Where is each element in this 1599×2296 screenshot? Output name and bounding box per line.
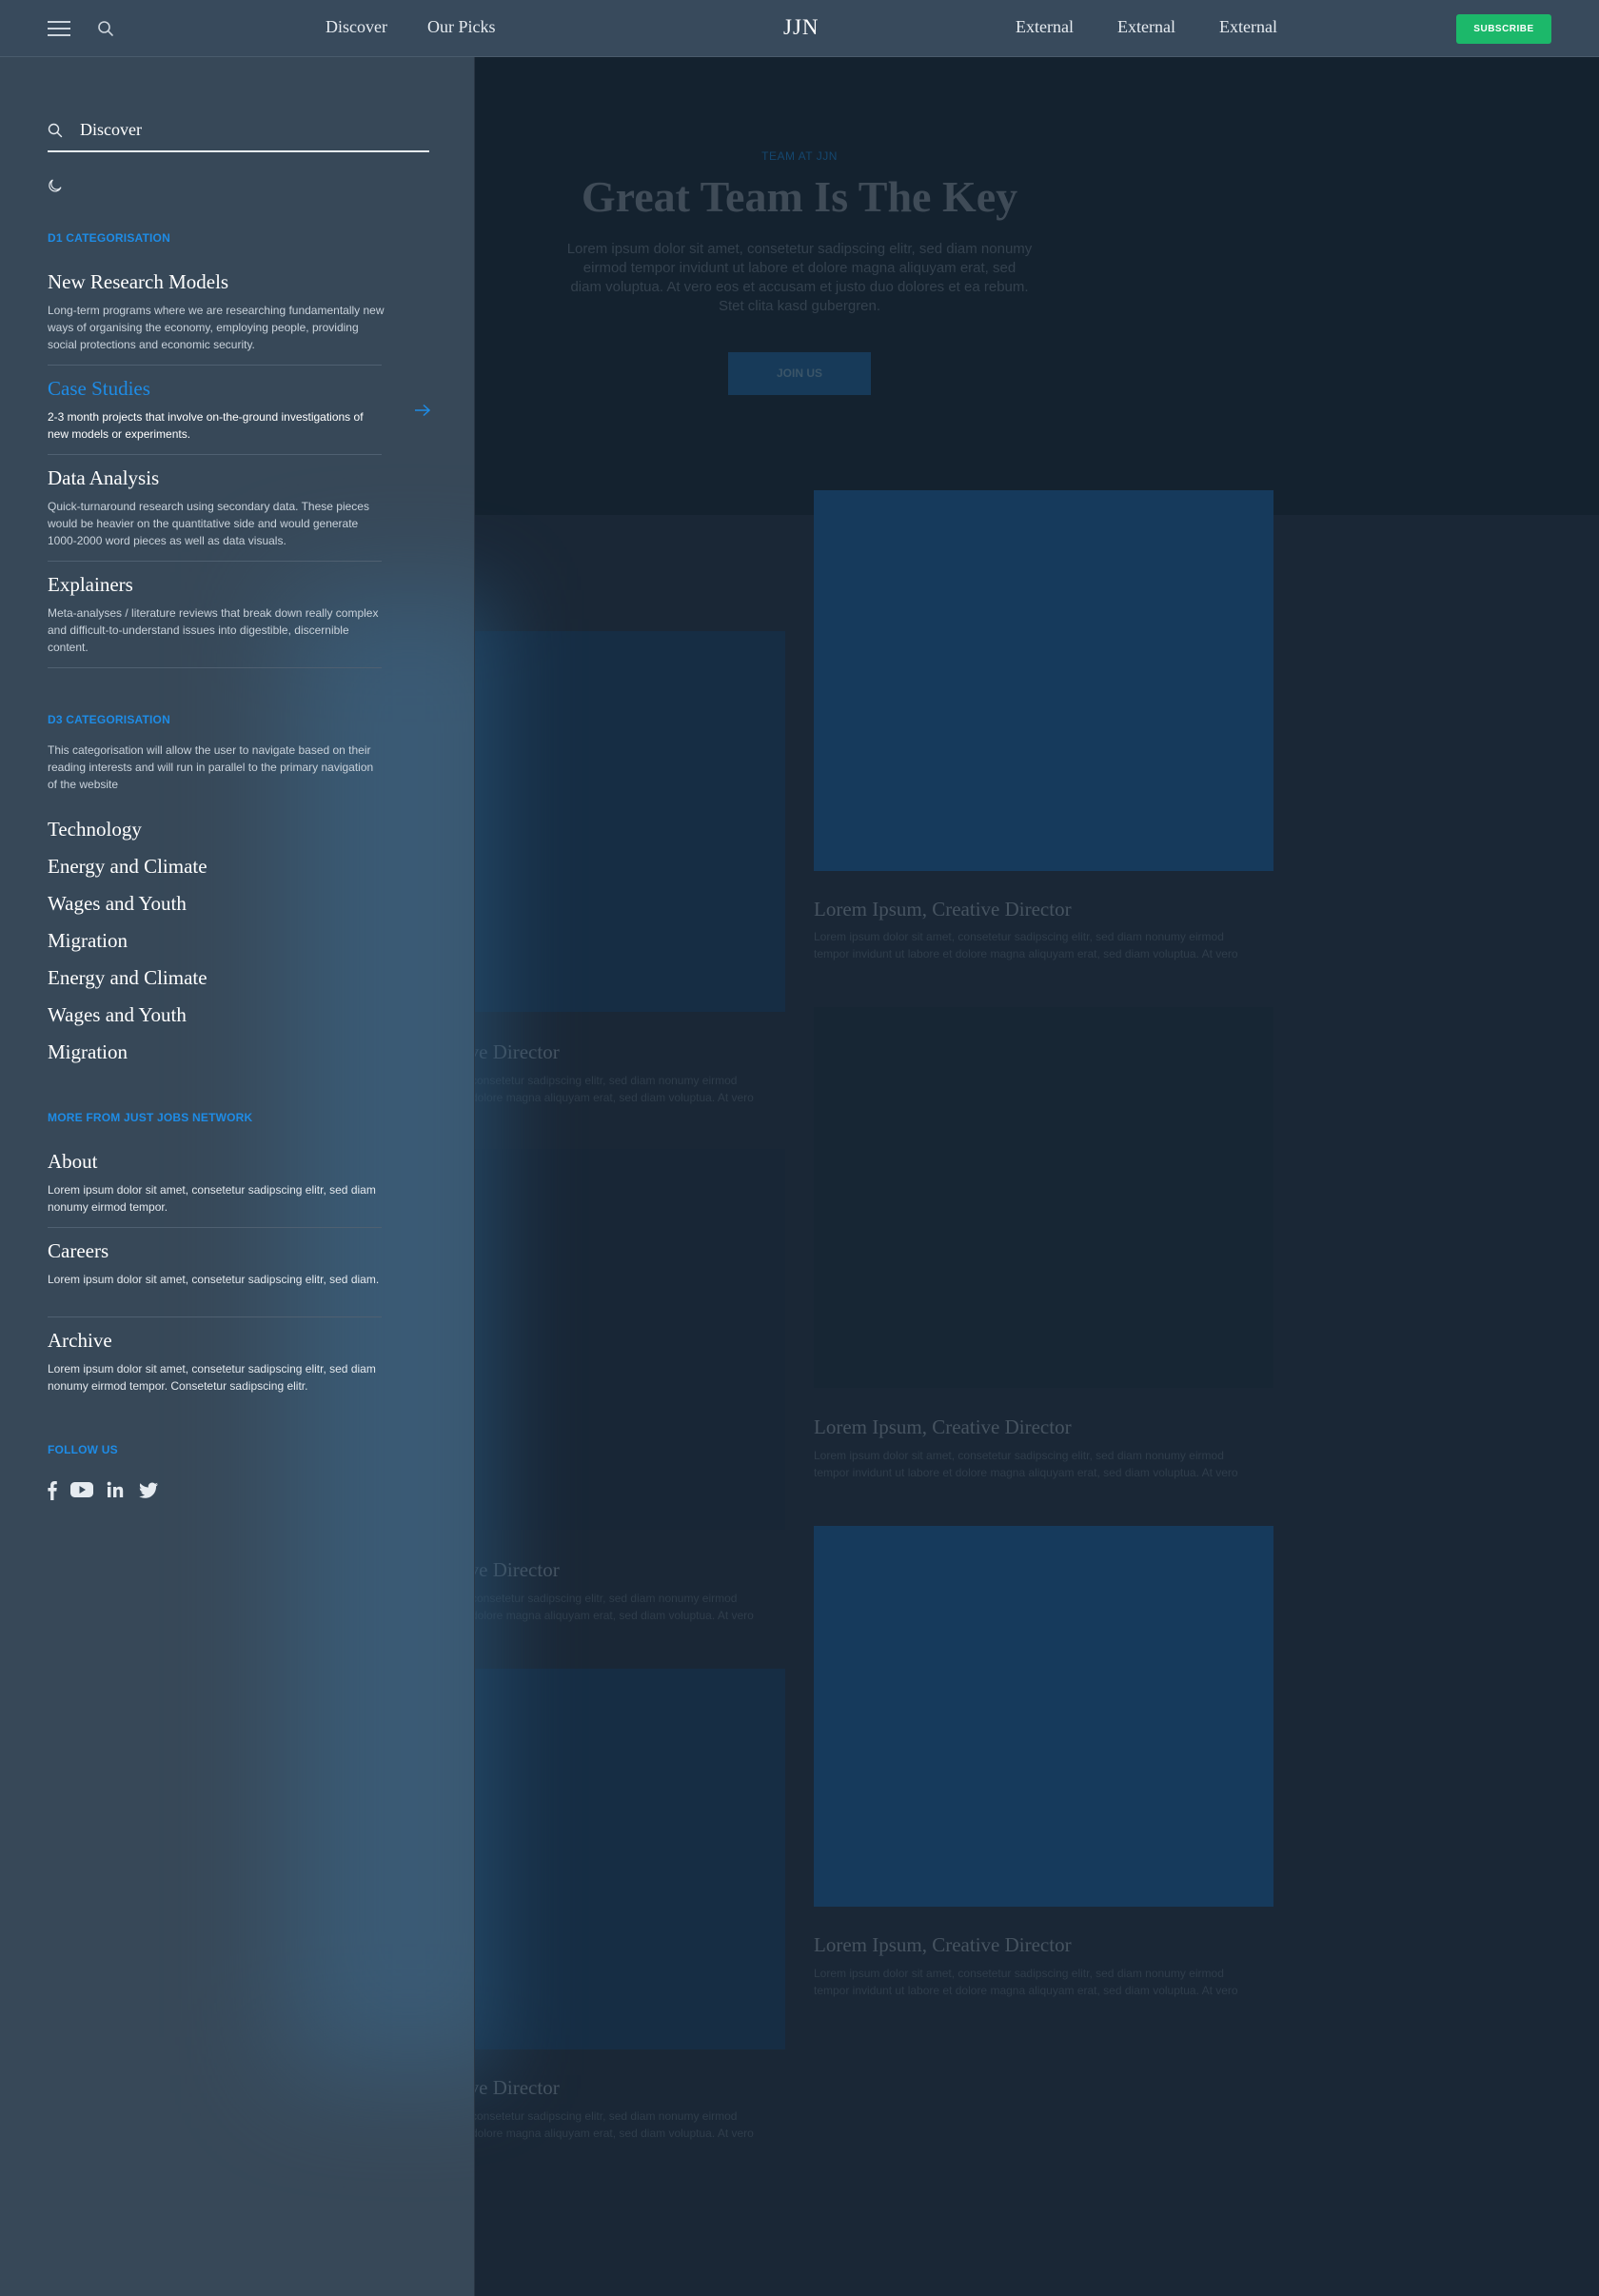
drawer-item-careers[interactable]: Careers — [48, 1239, 109, 1263]
divider — [48, 1227, 382, 1228]
team-card-image[interactable] — [814, 1526, 1273, 1907]
search-icon — [48, 123, 63, 138]
divider — [48, 561, 382, 562]
topic-energy-and-climate[interactable]: Energy and Climate — [48, 855, 207, 879]
d1-categorisation-heading: D1 CATEGORISATION — [48, 231, 170, 245]
team-card-description: Lorem ipsum dolor sit amet, consetetur s… — [814, 1449, 1238, 1479]
topic-migration[interactable]: Migration — [48, 1040, 128, 1064]
nav-link-external-1[interactable]: External — [1016, 17, 1074, 37]
drawer-item-case-studies[interactable]: Case Studies — [48, 377, 150, 401]
youtube-icon[interactable] — [69, 1479, 94, 1500]
drawer-item-description: Lorem ipsum dolor sit amet, consetetur s… — [48, 1362, 376, 1393]
top-navigation-bar: Discover Our Picks JJN External External… — [0, 0, 1599, 57]
divider — [48, 667, 382, 668]
team-card-description: Lorem ipsum dolor sit amet, consetetur s… — [814, 930, 1238, 960]
nav-link-our-picks[interactable]: Our Picks — [427, 17, 496, 37]
divider — [48, 454, 382, 455]
arrow-right-icon[interactable] — [414, 404, 431, 417]
drawer-item-data-analysis[interactable]: Data Analysis — [48, 466, 159, 490]
drawer-item-description: Lorem ipsum dolor sit amet, consetetur s… — [48, 1273, 380, 1286]
nav-link-external-2[interactable]: External — [1117, 17, 1175, 37]
topic-migration[interactable]: Migration — [48, 929, 128, 953]
drawer-item-new-research-models[interactable]: New Research Models — [48, 270, 228, 294]
team-card-image[interactable] — [814, 490, 1273, 871]
twitter-icon[interactable] — [138, 1479, 159, 1500]
divider — [48, 365, 382, 366]
drawer-item-description: 2-3 month projects that involve on-the-g… — [48, 410, 364, 441]
search-underline — [48, 150, 429, 152]
divider — [48, 1316, 382, 1317]
team-card-description: Lorem ipsum dolor sit amet, consetetur s… — [814, 1967, 1238, 1997]
search-icon[interactable] — [97, 20, 114, 37]
follow-us-heading: FOLLOW US — [48, 1443, 118, 1456]
drawer-item-description: Lorem ipsum dolor sit amet, consetetur s… — [48, 1183, 376, 1214]
drawer-item-about[interactable]: About — [48, 1150, 98, 1174]
navigation-drawer: Discover D1 CATEGORISATION New Research … — [0, 57, 475, 2296]
topic-energy-and-climate[interactable]: Energy and Climate — [48, 966, 207, 990]
topic-technology[interactable]: Technology — [48, 818, 142, 841]
team-card-title: Lorem Ipsum, Creative Director — [814, 898, 1072, 920]
d3-categorisation-heading: D3 CATEGORISATION — [48, 713, 170, 726]
hamburger-menu-icon[interactable] — [48, 21, 70, 36]
more-from-heading: MORE FROM JUST JOBS NETWORK — [48, 1111, 253, 1124]
d3-categorisation-description: This categorisation will allow the user … — [48, 743, 374, 791]
topic-wages-and-youth[interactable]: Wages and Youth — [48, 1003, 187, 1027]
drawer-glow — [286, 590, 474, 2075]
team-card-title: Lorem Ipsum, Creative Director — [814, 1933, 1072, 1956]
facebook-icon[interactable] — [48, 1479, 57, 1500]
team-card-title: Lorem Ipsum, Creative Director — [814, 1415, 1072, 1438]
linkedin-icon[interactable] — [107, 1479, 124, 1500]
team-card-description: consetetur sadipscing elitr, sed diam no… — [471, 2109, 754, 2140]
nav-link-external-3[interactable]: External — [1219, 17, 1277, 37]
drawer-item-description: Meta-analyses / literature reviews that … — [48, 606, 379, 654]
dark-mode-moon-icon[interactable] — [48, 178, 63, 193]
drawer-search-input[interactable]: Discover — [80, 120, 142, 140]
drawer-item-archive[interactable]: Archive — [48, 1329, 112, 1353]
drawer-item-explainers[interactable]: Explainers — [48, 573, 133, 597]
subscribe-button[interactable]: SUBSCRIBE — [1456, 14, 1551, 44]
hero-description: Lorem ipsum dolor sit amet, consetetur s… — [566, 241, 1033, 314]
drawer-item-description: Long-term programs where we are research… — [48, 304, 385, 351]
site-logo[interactable]: JJN — [783, 15, 819, 40]
topic-wages-and-youth[interactable]: Wages and Youth — [48, 892, 187, 916]
team-card-image[interactable] — [814, 1007, 1273, 1388]
join-us-button[interactable]: JOIN US — [728, 352, 871, 395]
nav-link-discover[interactable]: Discover — [326, 17, 387, 37]
drawer-item-description: Quick-turnaround research using secondar… — [48, 500, 369, 547]
